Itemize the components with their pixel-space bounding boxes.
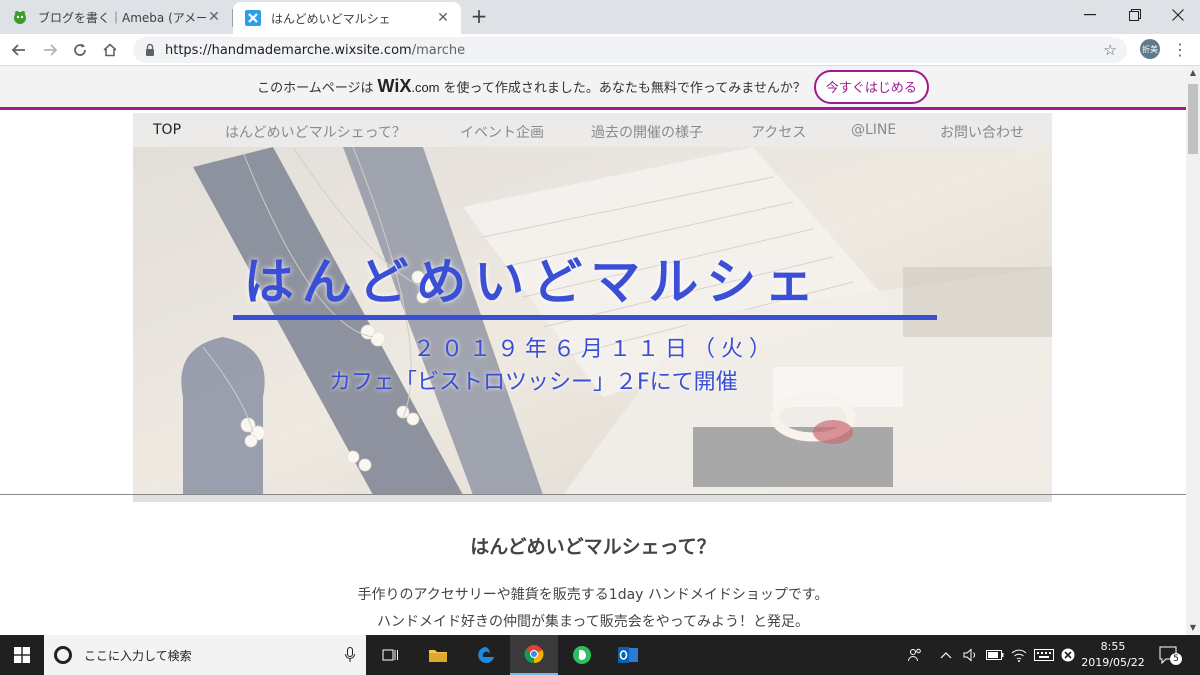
keyboard-ime-icon[interactable]: [1032, 635, 1056, 675]
windows-logo-icon: [14, 647, 30, 663]
tab-title: はんどめいどマルシェ: [271, 11, 391, 26]
arrow-left-icon: [11, 44, 25, 56]
taskbar-evernote[interactable]: [558, 635, 606, 675]
profile-avatar[interactable]: 折美: [1140, 39, 1160, 59]
tab-title: ブログを書く｜Ameba (アメーバ): [38, 10, 206, 25]
nav-item-past-events[interactable]: 過去の開催の様子: [591, 122, 703, 142]
taskbar-search-placeholder: ここに入力して検索: [84, 648, 192, 663]
page-viewport: このホームページは WiX.com を使って作成されました。あなたも無料で作って…: [0, 66, 1186, 635]
site-navigation: TOP はんどめいどマルシェって？ イベント企画 過去の開催の様子 アクセス @…: [133, 113, 1052, 147]
about-heading: はんどめいどマルシェって？: [470, 536, 716, 558]
scroll-up-arrow-icon[interactable]: ▲: [1186, 66, 1200, 80]
taskbar-search-box[interactable]: ここに入力して検索: [44, 635, 366, 675]
volume-icon[interactable]: [960, 635, 982, 675]
taskbar-explorer[interactable]: [414, 635, 462, 675]
browser-toolbar: https://handmademarche.wixsite.com/march…: [0, 34, 1200, 66]
task-view-icon: [382, 649, 398, 661]
battery-icon[interactable]: [984, 635, 1006, 675]
restore-button[interactable]: [1113, 0, 1157, 30]
restore-icon: [1129, 9, 1141, 21]
minimize-button[interactable]: [1068, 0, 1112, 30]
microphone-icon[interactable]: [344, 647, 356, 663]
wix-favicon-icon: [245, 10, 261, 26]
nav-item-events[interactable]: イベント企画: [460, 122, 544, 142]
nav-item-contact[interactable]: お問い合わせ: [940, 122, 1024, 142]
back-button[interactable]: [8, 39, 30, 61]
cortana-icon: [54, 646, 72, 664]
folder-icon: [429, 650, 447, 662]
scroll-thumb[interactable]: [1188, 84, 1198, 154]
ameba-icon: [12, 9, 28, 25]
about-text-line: ハンドメイド好きの仲間が集まって販売会をやってみよう！と発足。: [376, 614, 810, 630]
nav-item-line[interactable]: @LINE: [851, 122, 896, 138]
taskbar-edge[interactable]: [462, 635, 510, 675]
browser-menu-icon[interactable]: ⋮: [1172, 39, 1188, 61]
wix-promo-banner: このホームページは WiX.com を使って作成されました。あなたも無料で作って…: [0, 66, 1186, 110]
taskbar-clock[interactable]: 8:55 2019/05/22: [1078, 639, 1148, 671]
hero-banner: はんどめいどマルシェ ２０１９年６月１１日（火） カフェ「ビストロツッシー」２F…: [133, 147, 1052, 495]
windows-taskbar: ここに入力して検索 8:55 2019/05/22 5: [0, 635, 1200, 675]
about-text-line: 手作りのアクセサリーや雑貨を販売する1day ハンドメイドショップです。: [357, 587, 829, 603]
arrow-right-icon: [44, 44, 58, 56]
nav-item-access[interactable]: アクセス: [751, 122, 806, 142]
forward-button[interactable]: [39, 39, 61, 61]
notification-count-badge: 5: [1170, 653, 1182, 665]
nav-item-about[interactable]: はんどめいどマルシェって？: [225, 122, 406, 142]
close-icon[interactable]: ✕: [435, 10, 451, 26]
edge-icon: [478, 647, 494, 663]
url-text: https://handmademarche.wixsite.com/march…: [165, 43, 465, 58]
chrome-icon: [524, 645, 544, 664]
people-icon: [908, 648, 921, 662]
hero-underline: [233, 315, 937, 320]
url-path: /marche: [411, 42, 466, 58]
url-host: https://handmademarche.wixsite.com: [165, 42, 412, 58]
close-window-button[interactable]: [1156, 0, 1200, 30]
action-center-button[interactable]: 5: [1158, 645, 1182, 665]
close-icon: [1172, 9, 1184, 21]
taskbar-outlook[interactable]: [604, 635, 652, 675]
wifi-icon[interactable]: [1008, 635, 1030, 675]
hero-title: はんどめいどマルシェ: [243, 253, 823, 311]
hero-photo-illustration: [133, 147, 1052, 495]
nav-item-top[interactable]: TOP: [153, 122, 181, 138]
wix-logo: WiX.com: [377, 76, 440, 96]
clock-date: 2019/05/22: [1081, 656, 1145, 669]
taskbar-chrome[interactable]: [510, 635, 558, 675]
tab-handmade-marche[interactable]: はんどめいどマルシェ ✕: [233, 2, 461, 34]
home-icon: [103, 43, 117, 57]
page-scrollbar[interactable]: ▲ ▼: [1186, 66, 1200, 635]
start-button[interactable]: [0, 635, 44, 675]
task-view-button[interactable]: [366, 635, 414, 675]
address-bar[interactable]: https://handmademarche.wixsite.com/march…: [133, 37, 1127, 63]
ime-off-icon[interactable]: [1058, 635, 1078, 675]
wix-banner-text-before: このホームページは: [257, 81, 374, 96]
wix-banner-text-after: を使って作成されました。あなたも無料で作ってみませんか？: [443, 81, 806, 96]
people-button[interactable]: [902, 635, 928, 675]
minimize-icon: [1084, 14, 1096, 16]
bookmark-star-icon[interactable]: ☆: [1104, 41, 1117, 59]
hero-bottom-strip: [133, 495, 1052, 502]
start-now-button[interactable]: 今すぐはじめる: [813, 69, 929, 104]
new-tab-button[interactable]: +: [468, 6, 490, 28]
clock-time: 8:55: [1100, 640, 1126, 653]
reload-icon: [74, 43, 86, 56]
tab-strip: ブログを書く｜Ameba (アメーバ) ✕ はんどめいどマルシェ ✕ +: [0, 0, 1200, 34]
reload-button[interactable]: [69, 39, 91, 61]
evernote-icon: [573, 646, 591, 664]
tab-ameba[interactable]: ブログを書く｜Ameba (アメーバ) ✕: [0, 0, 232, 34]
outlook-icon: [618, 647, 638, 663]
scroll-down-arrow-icon[interactable]: ▼: [1186, 621, 1200, 635]
tray-overflow-chevron-icon[interactable]: [936, 635, 956, 675]
hero-venue: カフェ「ビストロツッシー」２Fにて開催: [329, 370, 738, 395]
lock-icon: [146, 43, 154, 56]
close-icon[interactable]: ✕: [206, 9, 222, 25]
home-button[interactable]: [99, 39, 121, 61]
